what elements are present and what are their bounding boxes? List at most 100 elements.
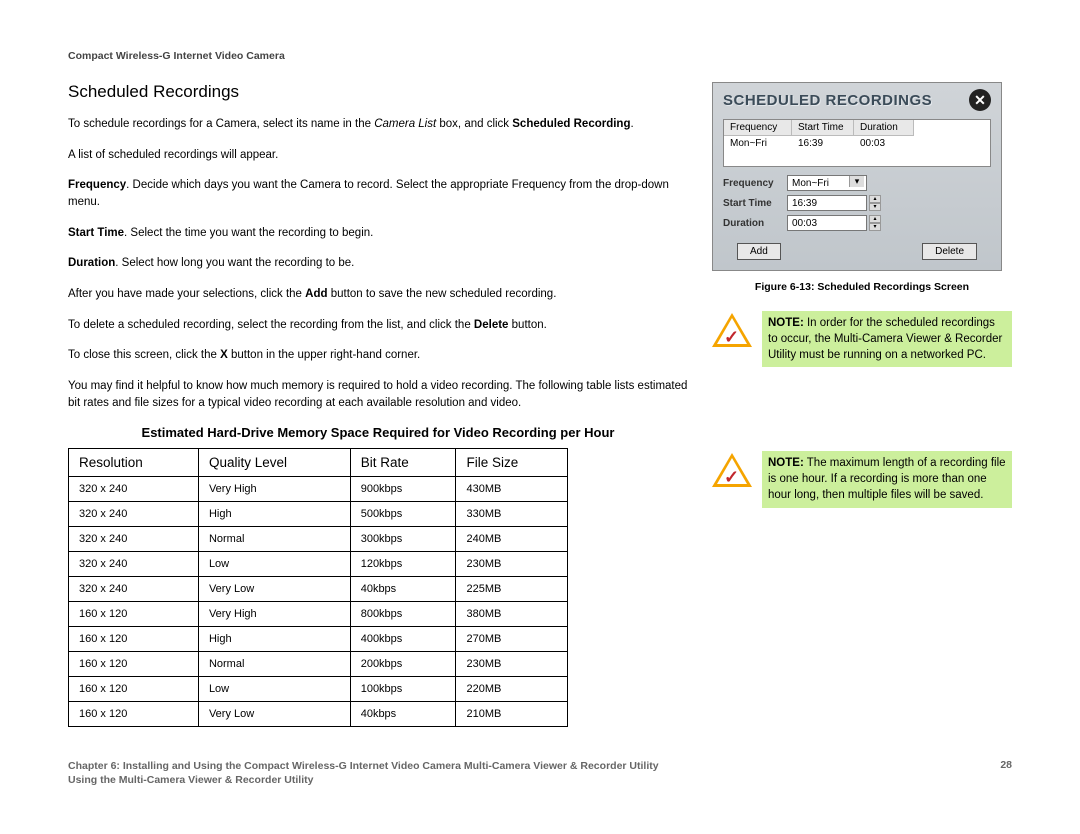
para-memory: You may find it helpful to know how much… bbox=[68, 378, 688, 411]
cell-dur: 00:03 bbox=[854, 136, 914, 151]
table-row: 160 x 120Very Low40kbps210MB bbox=[69, 702, 568, 727]
duration-field[interactable]: 00:03 bbox=[787, 215, 867, 231]
note2-label: NOTE: bbox=[768, 457, 804, 469]
doc-header: Compact Wireless-G Internet Video Camera bbox=[68, 50, 1012, 62]
p1a: To schedule recordings for a Camera, sel… bbox=[68, 118, 374, 130]
duration-value: 00:03 bbox=[792, 218, 817, 229]
p1c: box, and click bbox=[436, 118, 512, 130]
table-cell: 300kbps bbox=[350, 527, 456, 552]
scheduled-recordings-window: SCHEDULED RECORDINGS ✕ Frequency Start T… bbox=[712, 82, 1002, 271]
page-number: 28 bbox=[1000, 759, 1012, 788]
table-cell: 225MB bbox=[456, 577, 568, 602]
table-row: 320 x 240Very High900kbps430MB bbox=[69, 477, 568, 502]
figure-caption: Figure 6-13: Scheduled Recordings Screen bbox=[712, 281, 1012, 293]
para-delete: To delete a scheduled recording, select … bbox=[68, 317, 688, 334]
table-row: 160 x 120Normal200kbps230MB bbox=[69, 652, 568, 677]
memory-table: Resolution Quality Level Bit Rate File S… bbox=[68, 448, 568, 727]
note-2: ✓ NOTE: The maximum length of a recordin… bbox=[712, 451, 1012, 507]
table-cell: 230MB bbox=[456, 552, 568, 577]
th-bitrate: Bit Rate bbox=[350, 449, 456, 477]
note-1: ✓ NOTE: In order for the scheduled recor… bbox=[712, 311, 1012, 367]
starttime-spinner[interactable]: ▴▾ bbox=[869, 195, 881, 211]
table-cell: 800kbps bbox=[350, 602, 456, 627]
table-row: 160 x 120Very High800kbps380MB bbox=[69, 602, 568, 627]
frequency-value: Mon~Fri bbox=[792, 178, 829, 189]
section-title: Scheduled Recordings bbox=[68, 82, 688, 102]
table-cell: 400kbps bbox=[350, 627, 456, 652]
p4b: . Select the time you want the recording… bbox=[124, 227, 373, 239]
label-duration: Duration bbox=[723, 218, 787, 229]
table-cell: Very Low bbox=[198, 577, 350, 602]
table-row: 320 x 240Very Low40kbps225MB bbox=[69, 577, 568, 602]
para-intro: To schedule recordings for a Camera, sel… bbox=[68, 116, 688, 133]
para-frequency: Frequency. Decide which days you want th… bbox=[68, 177, 688, 210]
list-row[interactable]: Mon~Fri 16:39 00:03 bbox=[724, 136, 990, 151]
table-cell: 320 x 240 bbox=[69, 527, 199, 552]
p5a: Duration bbox=[68, 257, 115, 269]
table-cell: 210MB bbox=[456, 702, 568, 727]
p1b: Camera List bbox=[374, 118, 436, 130]
table-cell: 320 x 240 bbox=[69, 502, 199, 527]
table-cell: 160 x 120 bbox=[69, 677, 199, 702]
side-content: SCHEDULED RECORDINGS ✕ Frequency Start T… bbox=[712, 82, 1012, 727]
table-cell: Normal bbox=[198, 652, 350, 677]
table-cell: 230MB bbox=[456, 652, 568, 677]
p1d: Scheduled Recording bbox=[512, 118, 630, 130]
table-cell: Normal bbox=[198, 527, 350, 552]
para-close: To close this screen, click the X button… bbox=[68, 347, 688, 364]
th-resolution: Resolution bbox=[69, 449, 199, 477]
para-starttime: Start Time. Select the time you want the… bbox=[68, 225, 688, 242]
table-cell: 160 x 120 bbox=[69, 652, 199, 677]
th-quality: Quality Level bbox=[198, 449, 350, 477]
table-cell: High bbox=[198, 627, 350, 652]
p5b: . Select how long you want the recording… bbox=[115, 257, 354, 269]
p1e: . bbox=[630, 118, 633, 130]
warning-icon: ✓ bbox=[712, 313, 752, 349]
page-footer: Chapter 6: Installing and Using the Comp… bbox=[68, 759, 1012, 788]
starttime-field[interactable]: 16:39 bbox=[787, 195, 867, 211]
table-row: 320 x 240High500kbps330MB bbox=[69, 502, 568, 527]
add-button[interactable]: Add bbox=[737, 243, 781, 260]
note1-body: In order for the scheduled recordings to… bbox=[768, 317, 1002, 361]
table-cell: 380MB bbox=[456, 602, 568, 627]
footer-chapter: Chapter 6: Installing and Using the Comp… bbox=[68, 759, 659, 774]
table-cell: 320 x 240 bbox=[69, 577, 199, 602]
table-cell: 160 x 120 bbox=[69, 627, 199, 652]
duration-spinner[interactable]: ▴▾ bbox=[869, 215, 881, 231]
table-cell: 500kbps bbox=[350, 502, 456, 527]
table-cell: 240MB bbox=[456, 527, 568, 552]
starttime-value: 16:39 bbox=[792, 198, 817, 209]
table-cell: Very High bbox=[198, 477, 350, 502]
p7c: button. bbox=[508, 319, 546, 331]
cell-start: 16:39 bbox=[792, 136, 854, 151]
table-row: 320 x 240Low120kbps230MB bbox=[69, 552, 568, 577]
table-cell: Very High bbox=[198, 602, 350, 627]
col-frequency: Frequency bbox=[724, 120, 792, 136]
p8b: X bbox=[220, 349, 228, 361]
table-cell: 200kbps bbox=[350, 652, 456, 677]
table-cell: 430MB bbox=[456, 477, 568, 502]
footer-section: Using the Multi-Camera Viewer & Recorder… bbox=[68, 773, 659, 788]
p7a: To delete a scheduled recording, select … bbox=[68, 319, 474, 331]
table-cell: 160 x 120 bbox=[69, 702, 199, 727]
table-cell: 100kbps bbox=[350, 677, 456, 702]
cell-freq: Mon~Fri bbox=[724, 136, 792, 151]
p4a: Start Time bbox=[68, 227, 124, 239]
recordings-list[interactable]: Frequency Start Time Duration Mon~Fri 16… bbox=[723, 119, 991, 167]
window-title: SCHEDULED RECORDINGS bbox=[723, 92, 932, 109]
p7b: Delete bbox=[474, 319, 509, 331]
table-cell: 900kbps bbox=[350, 477, 456, 502]
frequency-dropdown[interactable]: Mon~Fri bbox=[787, 175, 867, 191]
p6a: After you have made your selections, cli… bbox=[68, 288, 305, 300]
table-cell: 330MB bbox=[456, 502, 568, 527]
col-duration: Duration bbox=[854, 120, 914, 136]
table-cell: 40kbps bbox=[350, 702, 456, 727]
para-duration: Duration. Select how long you want the r… bbox=[68, 255, 688, 272]
close-icon[interactable]: ✕ bbox=[969, 89, 991, 111]
delete-button[interactable]: Delete bbox=[922, 243, 977, 260]
label-frequency: Frequency bbox=[723, 178, 787, 189]
table-cell: 320 x 240 bbox=[69, 477, 199, 502]
p8a: To close this screen, click the bbox=[68, 349, 220, 361]
table-cell: 320 x 240 bbox=[69, 552, 199, 577]
table-row: 320 x 240Normal300kbps240MB bbox=[69, 527, 568, 552]
